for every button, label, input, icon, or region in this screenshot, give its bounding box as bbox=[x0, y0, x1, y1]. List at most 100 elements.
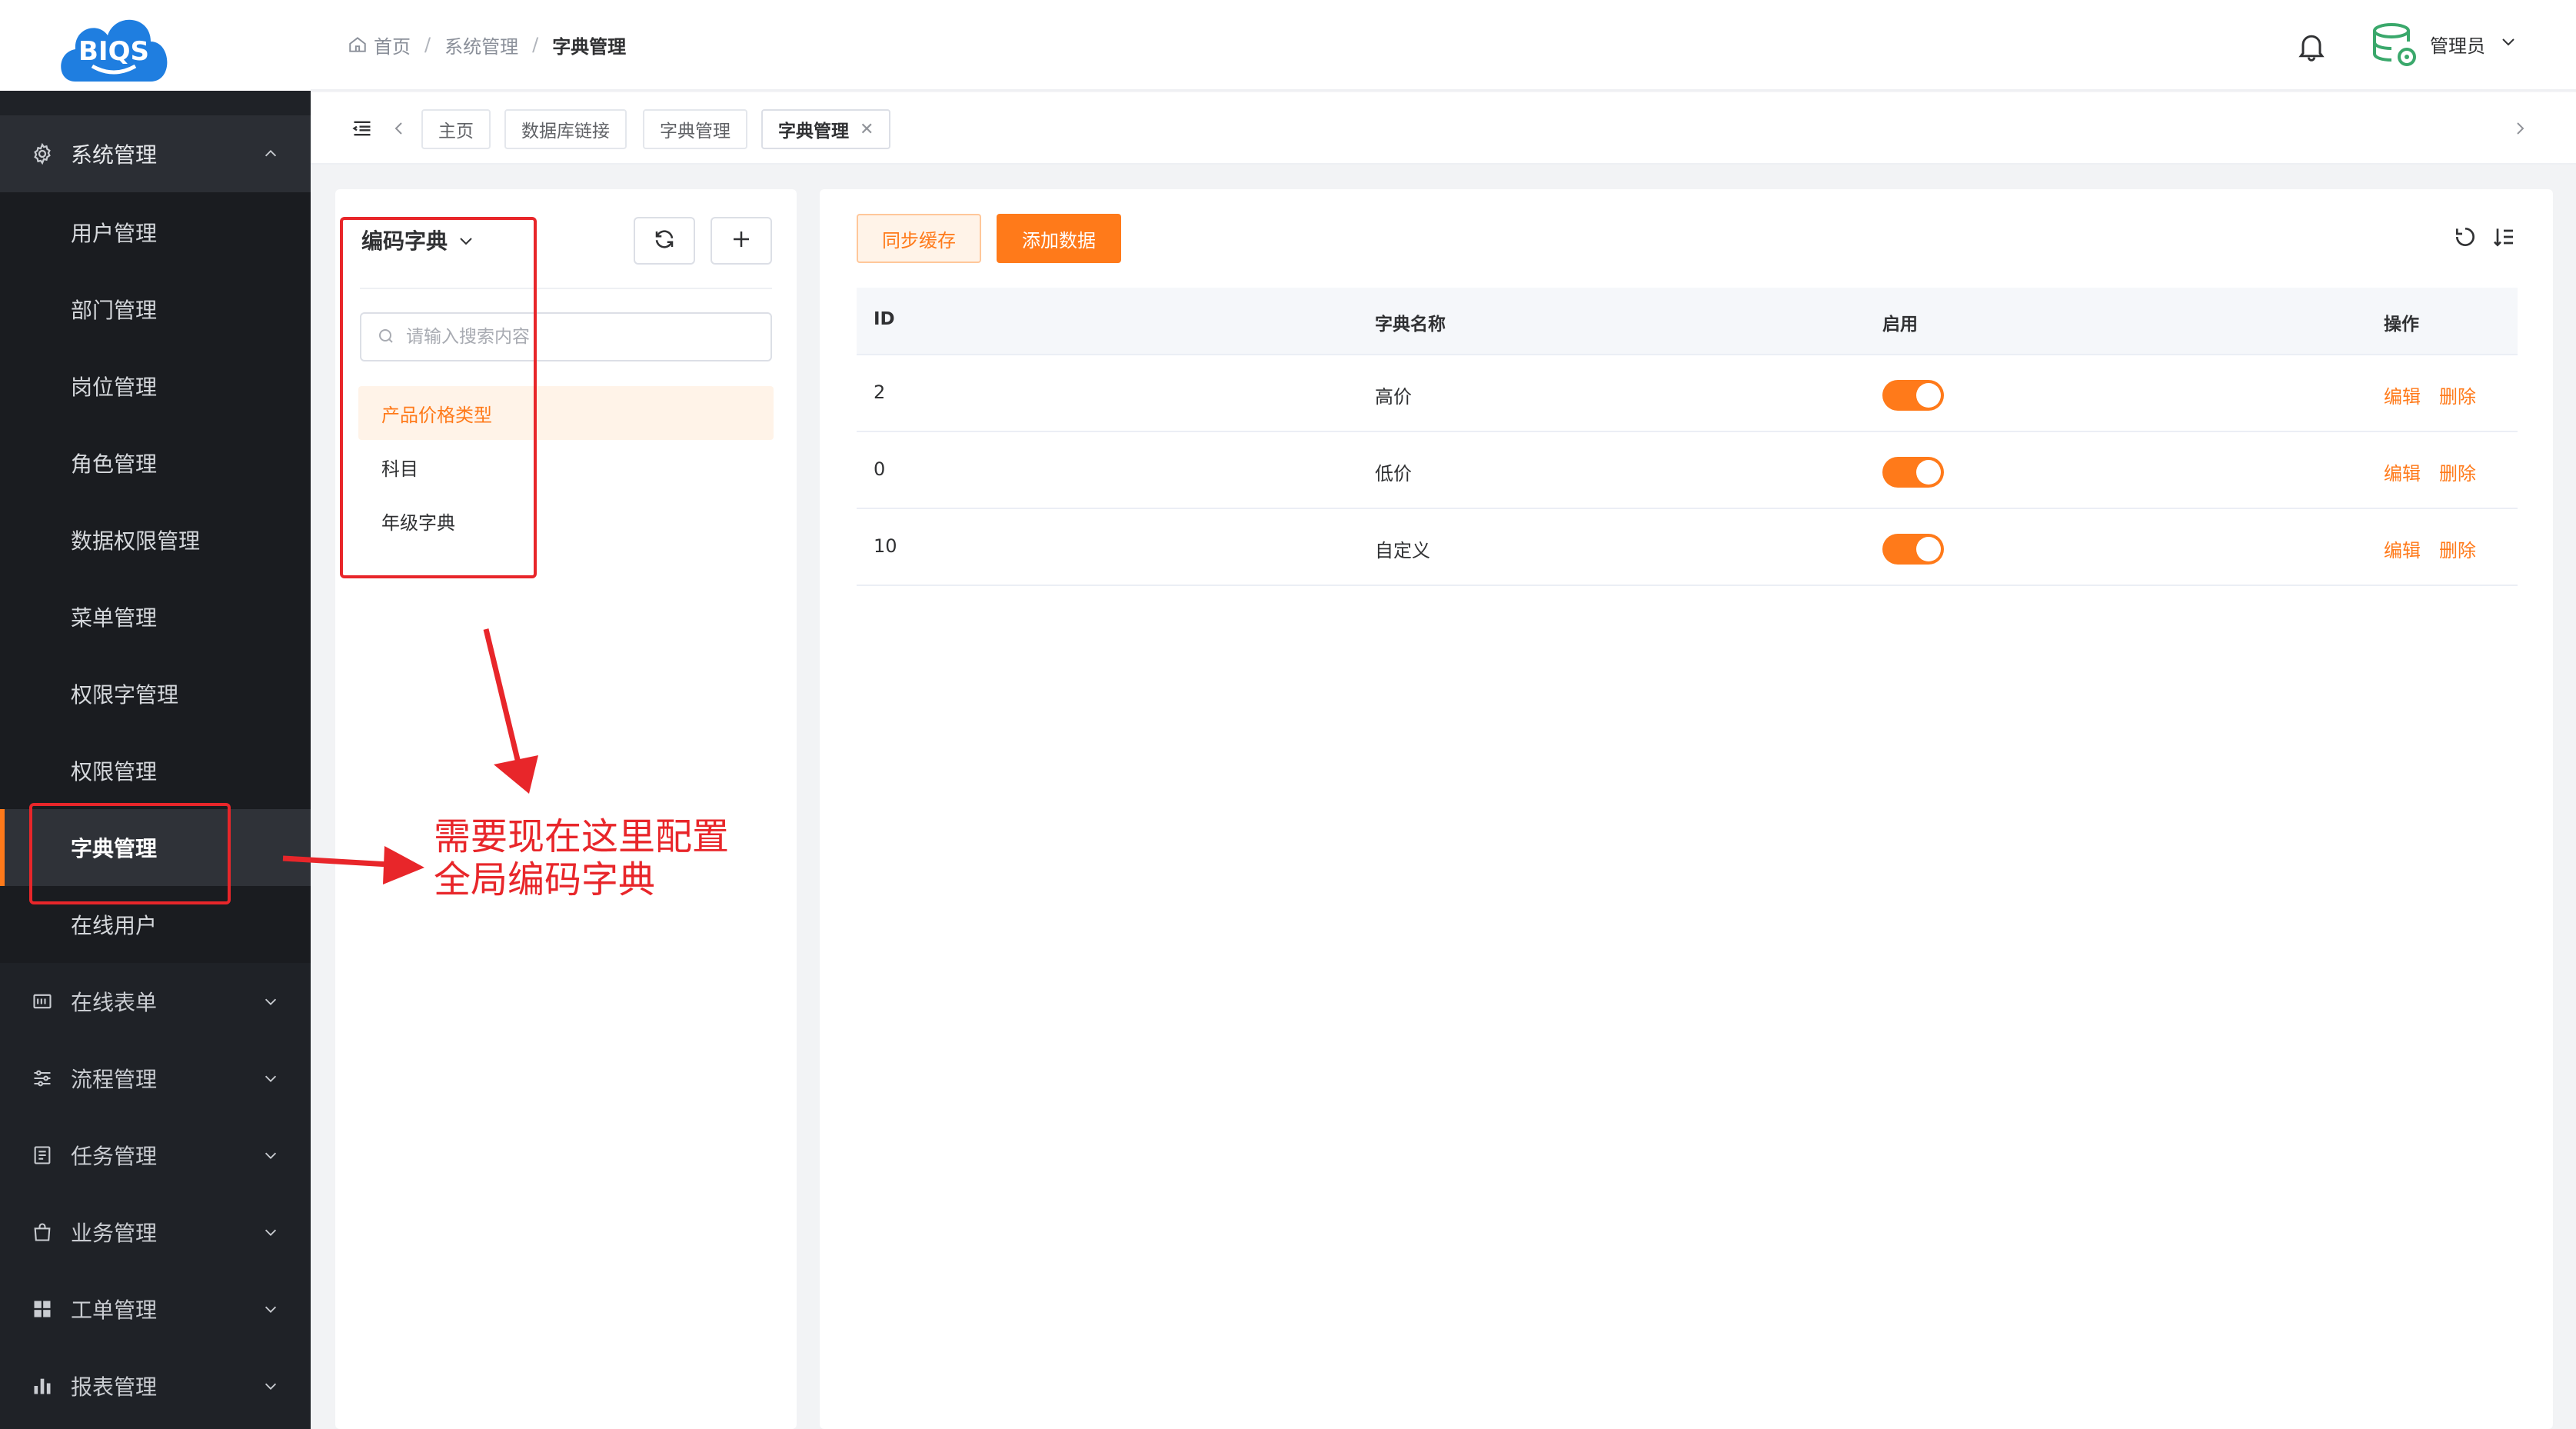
tab-label: 主页 bbox=[438, 122, 474, 142]
sidebar-item-label: 菜单管理 bbox=[71, 605, 158, 631]
sidebar-item-menus[interactable]: 菜单管理 bbox=[0, 578, 311, 655]
toggle-knob bbox=[1916, 537, 1941, 561]
menu-group-label: 报表管理 bbox=[71, 1374, 158, 1400]
sidebar-item-positions[interactable]: 岗位管理 bbox=[0, 348, 311, 425]
grid-icon bbox=[29, 1296, 55, 1322]
column-settings-icon[interactable] bbox=[2488, 222, 2519, 252]
sidebar-item-label: 数据权限管理 bbox=[71, 528, 201, 554]
toggle-knob bbox=[1916, 460, 1941, 485]
menu-group-reports[interactable]: 报表管理 bbox=[0, 1347, 311, 1424]
sidebar-item-label: 权限管理 bbox=[71, 759, 158, 784]
sidebar-item-label: 用户管理 bbox=[71, 221, 158, 246]
delete-link[interactable]: 删除 bbox=[2439, 458, 2476, 485]
enable-toggle[interactable] bbox=[1882, 534, 1944, 565]
sidebar: 系统管理 用户管理 部门管理 岗位管理 角色管理 数据权限管理 菜单管理 权限字… bbox=[0, 0, 311, 1429]
breadcrumb: 首页 / 系统管理 / 字典管理 bbox=[348, 29, 626, 60]
chevron-down-icon[interactable] bbox=[2499, 32, 2519, 52]
table-row: 2 高价 编辑 删除 bbox=[857, 355, 2518, 432]
cell-name: 低价 bbox=[1375, 463, 1412, 485]
breadcrumb-home[interactable]: 首页 bbox=[374, 32, 411, 58]
bar-chart-icon bbox=[29, 1373, 55, 1399]
annotation-box-dictionary-list bbox=[340, 217, 537, 578]
avatar[interactable] bbox=[2368, 18, 2422, 72]
sidebar-item-permission-words[interactable]: 权限字管理 bbox=[0, 655, 311, 732]
tab-label: 字典管理 bbox=[778, 122, 849, 142]
breadcrumb-system[interactable]: 系统管理 bbox=[444, 32, 518, 58]
menu-group-system[interactable]: 系统管理 bbox=[0, 115, 311, 192]
breadcrumb-separator: / bbox=[424, 34, 431, 55]
sidebar-item-roles[interactable]: 角色管理 bbox=[0, 425, 311, 501]
add-dictionary-button[interactable] bbox=[711, 217, 772, 265]
chevron-down-icon bbox=[260, 991, 281, 1012]
menu-group-online-forms[interactable]: 在线表单 bbox=[0, 963, 311, 1040]
chevron-down-icon bbox=[260, 1144, 281, 1166]
toggle-knob bbox=[1916, 383, 1941, 408]
dictionary-data-panel: 同步缓存 添加数据 ID 字典名称 启用 操作 2 高价 编辑 删除 0 低价 … bbox=[820, 189, 2553, 1429]
breadcrumb-current: 字典管理 bbox=[552, 35, 627, 58]
edit-link[interactable]: 编辑 bbox=[2384, 458, 2421, 485]
annotation-text: 需要现在这里配置 全局编码字典 bbox=[434, 815, 729, 901]
sidebar-item-data-permissions[interactable]: 数据权限管理 bbox=[0, 501, 311, 578]
column-header: ID bbox=[874, 309, 895, 329]
logo-area: BIQS bbox=[0, 0, 311, 91]
tab-database-link[interactable]: 数据库链接 bbox=[504, 109, 627, 149]
menu-group-label: 任务管理 bbox=[71, 1144, 158, 1169]
chevron-left-icon[interactable] bbox=[386, 115, 412, 142]
delete-link[interactable]: 删除 bbox=[2439, 535, 2476, 562]
brand-logo[interactable]: BIQS bbox=[52, 5, 175, 89]
gear-icon bbox=[29, 141, 55, 167]
tab-label: 字典管理 bbox=[660, 122, 731, 142]
username[interactable]: 管理员 bbox=[2430, 31, 2485, 58]
tab-label: 数据库链接 bbox=[521, 122, 610, 142]
sidebar-item-users[interactable]: 用户管理 bbox=[0, 194, 311, 271]
column-header: 操作 bbox=[2384, 315, 2419, 335]
cell-name: 高价 bbox=[1375, 386, 1412, 408]
document-icon bbox=[29, 1142, 55, 1168]
top-header: 首页 / 系统管理 / 字典管理 管理员 bbox=[311, 0, 2576, 91]
tab-home[interactable]: 主页 bbox=[421, 109, 491, 149]
cell-id: 0 bbox=[874, 458, 886, 480]
chevron-down-icon bbox=[260, 1298, 281, 1320]
edit-link[interactable]: 编辑 bbox=[2384, 535, 2421, 562]
close-icon[interactable]: ✕ bbox=[860, 120, 874, 139]
menu-group-business[interactable]: 业务管理 bbox=[0, 1194, 311, 1271]
sync-cache-button[interactable]: 同步缓存 bbox=[857, 214, 981, 263]
notification-bell-icon[interactable] bbox=[2295, 29, 2328, 63]
breadcrumb-separator: / bbox=[532, 34, 539, 55]
menu-group-workflow[interactable]: 流程管理 bbox=[0, 1040, 311, 1117]
sidebar-item-departments[interactable]: 部门管理 bbox=[0, 271, 311, 348]
delete-link[interactable]: 删除 bbox=[2439, 381, 2476, 408]
column-header: 字典名称 bbox=[1375, 315, 1446, 335]
enable-toggle[interactable] bbox=[1882, 457, 1944, 488]
sidebar-item-label: 角色管理 bbox=[71, 451, 158, 477]
chevron-down-icon bbox=[260, 1375, 281, 1397]
tab-dictionary-active[interactable]: 字典管理 ✕ bbox=[761, 109, 891, 149]
logo-text: BIQS bbox=[78, 36, 149, 67]
menu-group-label: 在线表单 bbox=[71, 990, 158, 1015]
annotation-line: 全局编码字典 bbox=[434, 858, 656, 901]
plus-icon bbox=[730, 228, 753, 254]
enable-toggle[interactable] bbox=[1882, 380, 1944, 411]
menu-group-work-orders[interactable]: 工单管理 bbox=[0, 1271, 311, 1347]
add-data-button[interactable]: 添加数据 bbox=[997, 214, 1121, 263]
menu-group-tasks[interactable]: 任务管理 bbox=[0, 1117, 311, 1194]
reload-icon[interactable] bbox=[2450, 222, 2481, 252]
edit-link[interactable]: 编辑 bbox=[2384, 381, 2421, 408]
menu-group-label: 工单管理 bbox=[71, 1297, 158, 1323]
chevron-down-icon bbox=[260, 1068, 281, 1089]
refresh-button[interactable] bbox=[634, 217, 695, 265]
table-header: ID 字典名称 启用 操作 bbox=[857, 288, 2518, 355]
bag-icon bbox=[29, 1219, 55, 1245]
refresh-icon bbox=[653, 228, 676, 254]
collapse-menu-icon[interactable] bbox=[349, 115, 375, 142]
sliders-icon bbox=[29, 1065, 55, 1091]
home-icon[interactable] bbox=[348, 35, 368, 55]
chevron-right-icon[interactable] bbox=[2507, 115, 2533, 142]
annotation-line: 需要现在这里配置 bbox=[434, 815, 730, 858]
tab-dictionary[interactable]: 字典管理 bbox=[643, 109, 747, 149]
cell-id: 2 bbox=[874, 381, 886, 403]
sidebar-item-permissions[interactable]: 权限管理 bbox=[0, 732, 311, 809]
sidebar-item-label: 权限字管理 bbox=[71, 682, 179, 708]
tabs-bar: 主页 数据库链接 字典管理 字典管理 ✕ bbox=[311, 92, 2576, 165]
table-row: 0 低价 编辑 删除 bbox=[857, 432, 2518, 509]
